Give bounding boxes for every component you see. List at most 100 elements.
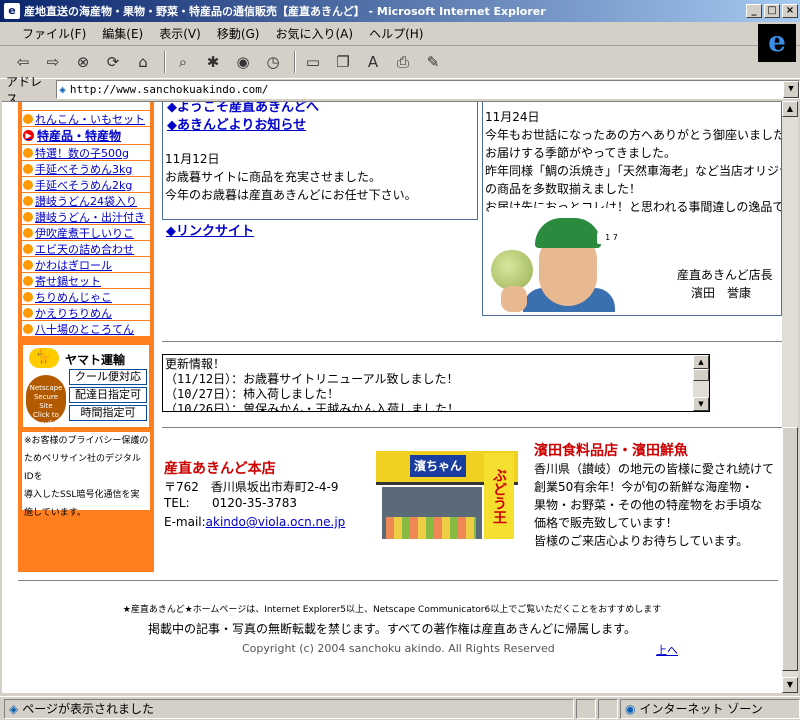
- manager-title: 産直あきんど店長: [677, 268, 773, 282]
- back-to-top-link[interactable]: 上へ: [656, 642, 678, 658]
- menu-view[interactable]: 表示(V): [151, 23, 209, 44]
- bullet-icon: [23, 323, 33, 334]
- menu-file[interactable]: ファイル(F): [14, 23, 94, 44]
- sidebar-item[interactable]: かえりちりめん: [22, 305, 150, 321]
- page-viewport: れんこん・いもセット ▶ 特産品・特産物 特選！数の子500g 手延べそうめん3k…: [2, 101, 782, 693]
- media-icon[interactable]: ◉: [230, 50, 256, 74]
- menu-go[interactable]: 移動(G): [209, 23, 268, 44]
- home-icon[interactable]: ⌂: [130, 50, 156, 74]
- divider: [162, 341, 782, 342]
- address-input[interactable]: ◈ http://www.sanchokuakindo.com/ ▼: [56, 80, 800, 99]
- sidebar-item[interactable]: 手延べそうめん2kg: [22, 177, 150, 193]
- update-textarea[interactable]: 更新情報！ （11/12日）：お歳暮サイトリニューアル致しました！ （10/27…: [162, 354, 710, 412]
- shop-email: E-mail:akindo@viola.ocn.ne.jp: [164, 515, 346, 529]
- scroll-thumb[interactable]: [693, 369, 709, 381]
- shop-name: 産直あきんど本店: [164, 461, 276, 477]
- email-link[interactable]: akindo@viola.ocn.ne.jp: [206, 515, 346, 529]
- minimize-button[interactable]: _: [746, 4, 762, 18]
- update-line: （10/26日）：曽保みかん・王越みかん入荷しました！: [165, 402, 460, 411]
- history-icon[interactable]: ◷: [260, 50, 286, 74]
- bullet-icon: [23, 147, 33, 158]
- stop-icon[interactable]: ⊗: [70, 50, 96, 74]
- news-line: お歳暮サイトに商品を充実させました。: [165, 170, 382, 184]
- shop-address: 〒762 香川県坂出市寿町2-4-9: [164, 480, 339, 494]
- bullet-icon: [23, 163, 33, 174]
- sidebar-item[interactable]: ちりめんじゃこ: [22, 289, 150, 305]
- bullet-icon: [23, 259, 33, 270]
- sidebar-item[interactable]: れんこん・いもセット: [22, 111, 150, 127]
- sidebar-item[interactable]: 手延べそうめん3kg: [22, 161, 150, 177]
- fullscreen-icon[interactable]: ▭: [300, 50, 326, 74]
- scroll-up-icon[interactable]: ▲: [782, 101, 798, 117]
- date-delivery-badge: 配達日指定可: [69, 387, 147, 403]
- message-line: の商品を多数取揃えました！: [485, 182, 642, 196]
- toolbar-separator: [294, 51, 296, 73]
- window-icon[interactable]: ❐: [330, 50, 356, 74]
- bullet-icon: [23, 113, 33, 124]
- storefront-photo: 濱ちゃん ぶどう王: [376, 447, 518, 539]
- sidebar-item[interactable]: エビ天の詰め合わせ: [22, 241, 150, 257]
- link-sites[interactable]: ◆リンクサイト: [166, 220, 254, 239]
- shop2-line: 創業50有余年！今が旬の新鮮な海産物・: [534, 480, 754, 494]
- address-url: http://www.sanchokuakindo.com/: [69, 83, 269, 96]
- message-line: 昨年同様「鯛の浜焼き」「天然車海老」など当店オリジナル: [485, 164, 782, 178]
- menu-favorites[interactable]: お気に入り(A): [267, 23, 361, 44]
- shop-tel: TEL: 0120-35-3783: [164, 496, 298, 510]
- cap-number: 1 73: [597, 232, 617, 244]
- news-date: 11月12日: [165, 152, 220, 166]
- update-scrollbar[interactable]: ▲ ▼: [693, 355, 709, 411]
- toolbar-separator: [164, 51, 166, 73]
- sidebar-item[interactable]: 八十場のところてん: [22, 321, 150, 337]
- toolbar: ⇦ ⇨ ⊗ ⟳ ⌂ ⌕ ✱ ◉ ◷ ▭ ❐ A ⎙ ✎: [0, 47, 760, 77]
- page-scrollbar[interactable]: ▲ ▼: [782, 101, 798, 693]
- ie-page-icon: e: [4, 3, 20, 19]
- sidebar-item[interactable]: 讃岐うどん・出汁付き: [22, 209, 150, 225]
- netscape-secure-seal[interactable]: Netscape Secure Site Click to verify: [26, 375, 66, 428]
- news-link[interactable]: ◆あきんどよりお知らせ: [167, 114, 306, 133]
- print-icon[interactable]: ⎙: [390, 50, 416, 74]
- sidebar: れんこん・いもセット ▶ 特産品・特産物 特選！数の子500g 手延べそうめん3k…: [18, 102, 154, 572]
- zone-text: インターネット ゾーン: [639, 702, 763, 716]
- sidebar-item[interactable]: 寄せ鍋セット: [22, 273, 150, 289]
- rights-notice: 掲載中の記事・写真の無断転載を禁じます。すべての著作権は産直あきんどに帰属します…: [148, 622, 636, 636]
- status-bar: ◈ ページが表示されました ◉ インターネット ゾーン: [0, 696, 800, 720]
- scroll-thumb[interactable]: [782, 427, 798, 671]
- welcome-link[interactable]: ◆ようこそ産直あきんどへ: [167, 102, 319, 115]
- copyright: Copyright (c) 2004 sanchoku akindo. All …: [242, 642, 555, 655]
- message-line: お届けする季節がやってきました。: [485, 146, 677, 160]
- news-box: ◆ようこそ産直あきんどへ ◆あきんどよりお知らせ 11月12日 お歳暮サイトに商…: [162, 102, 478, 220]
- close-button[interactable]: ×: [782, 4, 798, 18]
- sidebar-item[interactable]: 伊吹産煮干しいりこ: [22, 225, 150, 241]
- divider: [162, 427, 782, 428]
- time-delivery-badge: 時間指定可: [69, 405, 147, 421]
- shop2-line: 価格で販売致しています！: [534, 516, 678, 530]
- sidebar-item[interactable]: 特選！数の子500g: [22, 145, 150, 161]
- melon-image: [491, 250, 533, 290]
- scroll-down-icon[interactable]: ▼: [782, 677, 798, 693]
- black-cat-icon: 🐈: [29, 348, 59, 368]
- scroll-up-icon[interactable]: ▲: [693, 355, 709, 369]
- sidebar-item[interactable]: かわはぎロール: [22, 257, 150, 273]
- search-icon[interactable]: ⌕: [170, 50, 196, 74]
- scroll-down-icon[interactable]: ▼: [693, 397, 709, 411]
- sidebar-category[interactable]: ▶ 特産品・特産物: [22, 127, 150, 145]
- edit-icon[interactable]: ✎: [420, 50, 446, 74]
- menu-help[interactable]: ヘルプ(H): [361, 23, 431, 44]
- forward-icon[interactable]: ⇨: [40, 50, 66, 74]
- manager-photo: 1 73: [489, 208, 617, 312]
- sidebar-links: れんこん・いもセット ▶ 特産品・特産物 特選！数の子500g 手延べそうめん3k…: [22, 102, 150, 337]
- bullet-icon: [23, 243, 33, 254]
- sidebar-item[interactable]: 讃岐うどん24袋入り: [22, 193, 150, 209]
- maximize-button[interactable]: □: [764, 4, 780, 18]
- yamato-box: 🐈 ヤマト運輸 Netscape Secure Site Click to ve…: [22, 344, 150, 428]
- menu-edit[interactable]: 編集(E): [94, 23, 151, 44]
- favorites-icon[interactable]: ✱: [200, 50, 226, 74]
- bullet-icon: [23, 291, 33, 302]
- back-icon[interactable]: ⇦: [10, 50, 36, 74]
- address-dropdown-icon[interactable]: ▼: [783, 81, 799, 98]
- cool-delivery-badge: クール便対応: [69, 369, 147, 385]
- update-line: （11/12日）：お歳暮サイトリニューアル致しました！: [165, 372, 459, 386]
- refresh-icon[interactable]: ⟳: [100, 50, 126, 74]
- font-size-icon[interactable]: A: [360, 50, 386, 74]
- store-sign: 濱ちゃん: [410, 455, 466, 477]
